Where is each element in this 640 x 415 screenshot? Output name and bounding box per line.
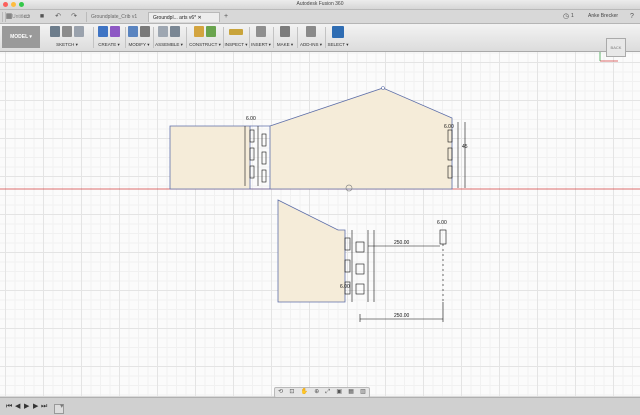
offset-plane-icon[interactable] [194,26,204,37]
tab-crib[interactable]: Groundplate_Crib v1 [86,12,148,22]
play-icon[interactable]: ▶ [24,402,29,411]
go-to-start-icon[interactable]: ⏮ [6,402,12,411]
rectangle-icon[interactable] [74,26,84,37]
look-at-icon[interactable]: ⊡ [289,388,294,397]
modify-group[interactable]: MODIFY ▾ [126,26,152,49]
step-back-icon[interactable]: ◀ [15,402,20,411]
sketch-profile-left[interactable] [169,125,251,190]
viewports-icon[interactable]: ▥ [360,388,366,397]
insert-image-icon[interactable] [256,26,266,37]
line-icon[interactable] [62,26,72,37]
new-tab-plus-icon[interactable]: + [222,12,230,21]
display-settings-icon[interactable]: ▣ [336,388,342,397]
inspect-group[interactable]: INSPECT ▾ [224,26,248,49]
dim-tab-width-top[interactable]: 6.00 [246,116,256,122]
select-group[interactable]: SELECT ▾ [327,26,349,49]
dim-tab-width-part2[interactable]: 6.00 [437,220,447,226]
press-pull-icon[interactable] [128,26,138,37]
create-group[interactable]: CREATE ▾ [94,26,124,49]
3d-print-icon[interactable] [280,26,290,37]
dim-tab-depth[interactable]: 45 [462,144,468,150]
make-group[interactable]: MAKE ▾ [274,26,296,49]
go-to-end-icon[interactable]: ⏭ [41,402,47,411]
sketch-group[interactable]: SKETCH ▾ [42,26,92,49]
grid-settings-icon[interactable]: ▦ [348,388,354,397]
pan-hand-icon[interactable]: ✋ [301,388,308,397]
form-icon[interactable] [110,26,120,37]
orbit-icon[interactable]: ⟲ [278,388,283,397]
timeline-marker-icon[interactable]: ▾ [60,402,64,411]
axis-icon[interactable] [206,26,216,37]
job-count: 1 [571,13,574,19]
tab-untitled[interactable]: Untitled [12,13,29,22]
joint-icon[interactable] [170,26,180,37]
create-sketch-icon[interactable] [50,26,60,37]
scripts-icon[interactable] [306,26,316,37]
fillet-icon[interactable] [140,26,150,37]
zoom-icon[interactable]: ⊕ [314,388,319,397]
add-ins-group[interactable]: ADD-INS ▾ [298,26,324,49]
construct-group[interactable]: CONSTRUCT ▾ [188,26,222,49]
sketch-profile-lower[interactable] [277,199,346,303]
sketch-svg[interactable]: 6.00 6.00 45 250.00 250.00 6.00 6.00 [0,46,640,396]
window-title: Autodesk Fusion 360 [296,1,344,7]
design-canvas[interactable]: 6.00 6.00 45 250.00 250.00 6.00 6.00 BAC… [0,38,640,396]
new-component-icon[interactable] [158,26,168,37]
dim-tab-width-right[interactable]: 6.00 [444,124,454,130]
title-bar: Autodesk Fusion 360 [0,0,640,10]
timeline-bar: ⏮ ◀ ▶ ▶ ⏭ ▾ [0,397,640,415]
insert-group[interactable]: INSERT ▾ [250,26,272,49]
tab-groundplate-active[interactable]: Groundpl... arts v6* ✕ [148,12,220,22]
job-status-clock-icon[interactable]: ◷ [561,12,571,21]
view-cube[interactable]: BACK [606,38,626,57]
user-account-menu[interactable]: Anke Brecker [588,12,618,21]
fit-icon[interactable]: ⤢ [325,388,330,397]
dim-tab-width-part2-b[interactable]: 6.00 [340,284,350,290]
dim-span-lower[interactable]: 250.00 [394,313,410,319]
quick-access-bar: ▦ ▭ ■ ↶ ↷ Groundplate_Crib v1 Groundpl..… [0,10,640,24]
toolbar-ribbon: MODEL ▾ SKETCH ▾ CREATE ▾ MODIFY ▾ ASSEM… [0,24,640,52]
select-cursor-icon[interactable] [332,26,344,38]
help-icon[interactable]: ? [628,12,636,21]
step-forward-icon[interactable]: ▶ [33,402,38,411]
workspace-switcher-button[interactable]: MODEL ▾ [2,26,40,48]
extrude-icon[interactable] [98,26,108,37]
assemble-group[interactable]: ASSEMBLE ▾ [154,26,184,49]
sketch-profile-right[interactable] [269,87,453,190]
measure-icon[interactable] [229,29,243,35]
dim-span-upper[interactable]: 250.00 [394,240,410,246]
